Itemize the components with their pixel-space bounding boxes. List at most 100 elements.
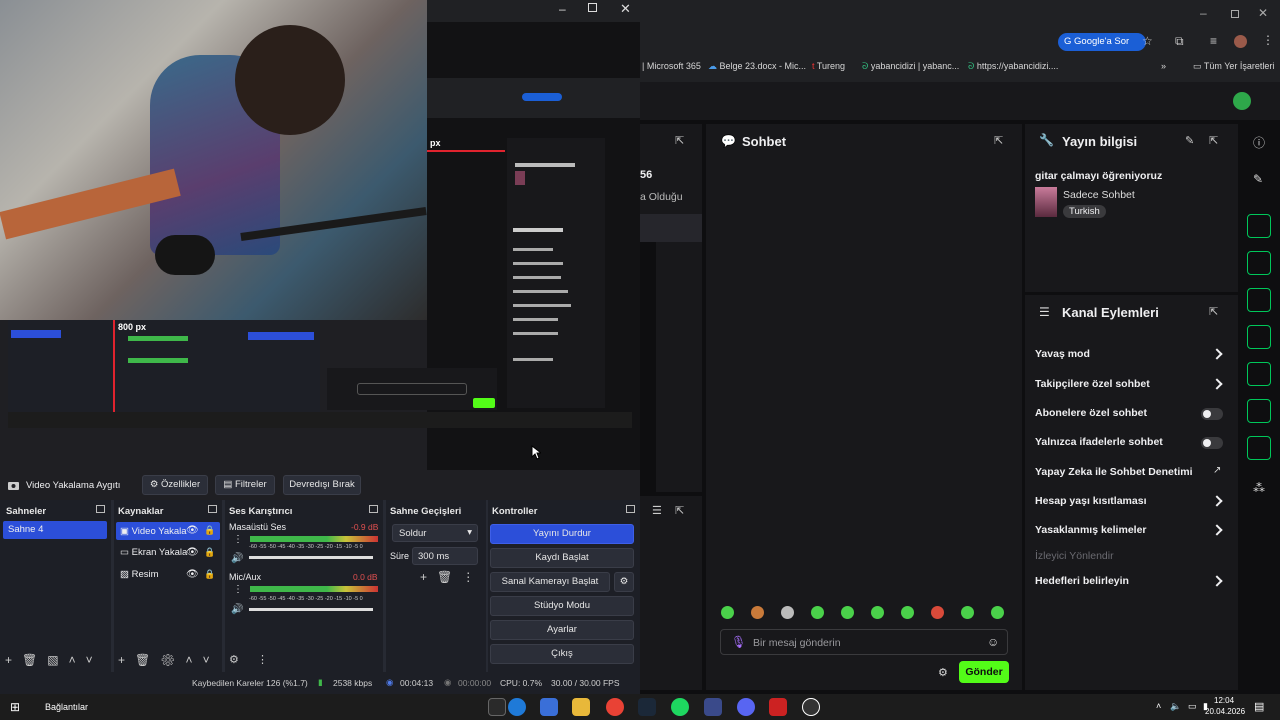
properties-button[interactable]: ⚙ Özellikler <box>142 475 208 495</box>
up-icon[interactable]: ˄ <box>186 653 193 667</box>
bookmark-item[interactable]: ᘐ yabancidizi | yabanc... <box>862 61 959 72</box>
eye-icon[interactable]: 👁 <box>186 569 199 580</box>
emote-icon[interactable] <box>781 606 794 619</box>
edit-icon[interactable]: ✎ <box>1185 134 1194 147</box>
filters-button[interactable]: ▤ Filtreler <box>215 475 275 495</box>
minimize-icon[interactable]: – <box>559 2 566 16</box>
emote-icon[interactable] <box>811 606 824 619</box>
action-follower-only[interactable]: Takipçilere özel sohbet <box>1035 378 1150 390</box>
quick-action-button[interactable] <box>1247 325 1271 349</box>
voicemeeter-icon[interactable] <box>769 698 787 716</box>
undock-icon[interactable] <box>626 505 635 513</box>
transition-select[interactable]: Soldur ▾ <box>392 524 478 542</box>
delete-icon[interactable]: 🗑 <box>135 653 150 667</box>
eye-icon[interactable]: 👁 <box>186 547 199 558</box>
speaker-icon[interactable]: 🔈 <box>1170 701 1181 712</box>
popout-icon[interactable]: ⇱ <box>1209 134 1218 147</box>
volume-slider[interactable] <box>249 608 373 611</box>
send-button[interactable]: Gönder <box>959 661 1009 683</box>
media-icon[interactable]: ≡ <box>1210 34 1217 48</box>
add-icon[interactable]: + <box>420 570 427 584</box>
quick-action-button[interactable] <box>1247 288 1271 312</box>
info-icon[interactable]: ⓘ <box>1253 134 1265 151</box>
tag-chip[interactable]: Turkish <box>1063 205 1106 218</box>
pencil-icon[interactable]: ✎ <box>1253 172 1263 186</box>
stop-stream-button[interactable]: Yayını Durdur <box>490 524 634 544</box>
filter-icon[interactable]: ▧ <box>47 653 58 667</box>
quick-action-button[interactable] <box>1247 436 1271 460</box>
clock-date[interactable]: 20.04.2026 <box>1205 707 1245 716</box>
quick-action-button[interactable] <box>1247 214 1271 238</box>
action-account-age[interactable]: Hesap yaşı kısıtlaması <box>1035 495 1147 507</box>
close-icon[interactable]: ✕ <box>1258 6 1268 20</box>
chat-input[interactable]: 🎙 Bir mesaj gönderin ☺ <box>720 629 1008 655</box>
chrome-icon[interactable] <box>606 698 624 716</box>
action-emote-only[interactable]: Yalnızca ifadelerle sohbet <box>1035 436 1163 448</box>
discord-icon[interactable] <box>737 698 755 716</box>
star-icon[interactable]: ☆ <box>1142 34 1153 48</box>
down-icon[interactable]: ˅ <box>86 653 93 667</box>
more-icon[interactable]: ⋮ <box>233 534 243 545</box>
popout-icon[interactable]: ⇱ <box>675 504 684 517</box>
delete-icon[interactable]: 🗑 <box>22 653 37 667</box>
action-banned-words[interactable]: Yasaklanmış kelimeler <box>1035 524 1147 536</box>
microphone-icon[interactable]: 🎙 <box>731 635 746 649</box>
start-recording-button[interactable]: Kaydı Başlat <box>490 548 634 568</box>
studio-mode-button[interactable]: Stüdyo Modu <box>490 596 634 616</box>
search-icon[interactable] <box>488 698 506 716</box>
quick-action-button[interactable] <box>1247 251 1271 275</box>
emote-icon[interactable] <box>901 606 914 619</box>
toggle-switch[interactable] <box>1201 437 1223 449</box>
emote-icon[interactable] <box>871 606 884 619</box>
speaker-icon[interactable]: 🔊 <box>231 553 243 564</box>
menu-icon[interactable]: ⋮ <box>1262 33 1274 47</box>
start-virtual-camera-button[interactable]: Sanal Kamerayı Başlat <box>490 572 610 592</box>
add-icon[interactable]: + <box>5 653 12 667</box>
gear-icon[interactable]: ⚙ <box>229 654 239 665</box>
webcam-capture[interactable] <box>0 0 427 320</box>
edge-icon[interactable] <box>508 698 526 716</box>
bookmark-item[interactable]: | Microsoft 365 <box>642 61 701 71</box>
user-avatar[interactable] <box>1233 92 1251 110</box>
popout-icon[interactable]: ⇱ <box>675 134 684 147</box>
scene-item[interactable]: Sahne 4 <box>3 521 107 539</box>
more-actions-icon[interactable]: ⁂ <box>1253 481 1265 495</box>
emote-icon[interactable] <box>991 606 1004 619</box>
chevron-right-icon[interactable]: » <box>1161 61 1166 71</box>
action-sub-only[interactable]: Abonelere özel sohbet <box>1035 407 1147 419</box>
store-icon[interactable] <box>540 698 558 716</box>
exit-button[interactable]: Çıkış <box>490 644 634 664</box>
source-item[interactable]: ▣ Video Yakala <box>120 526 187 537</box>
duration-input[interactable]: 300 ms <box>412 547 478 565</box>
emote-icon[interactable] <box>961 606 974 619</box>
emote-icon[interactable] <box>721 606 734 619</box>
lock-icon[interactable]: 🔒 <box>204 569 215 580</box>
bookmark-item[interactable]: ᘐ https://yabancidizi.... <box>968 61 1058 72</box>
bookmark-item[interactable]: t Tureng <box>812 61 845 71</box>
action-set-goals[interactable]: Hedefleri belirleyin <box>1035 575 1129 587</box>
all-bookmarks[interactable]: ▭ Tüm Yer İşaretleri <box>1193 61 1274 72</box>
emote-icon[interactable] <box>751 606 764 619</box>
add-icon[interactable]: + <box>118 653 125 667</box>
settings-button[interactable]: Ayarlar <box>490 620 634 640</box>
clock-time[interactable]: 12:04 <box>1214 696 1234 705</box>
emote-icon[interactable] <box>931 606 944 619</box>
minimize-icon[interactable]: – <box>1200 6 1207 20</box>
emoji-icon[interactable]: ☺ <box>987 635 999 649</box>
list-icon[interactable]: ☰ <box>652 504 662 517</box>
lock-icon[interactable]: 🔒 <box>204 547 215 558</box>
bookmark-item[interactable]: ☁ Belge 23.docx - Mic... <box>708 61 806 72</box>
obs-icon[interactable] <box>802 698 820 716</box>
game-launcher-icon[interactable] <box>704 698 722 716</box>
gear-icon[interactable]: ⚙ <box>938 666 948 679</box>
windows-start-icon[interactable]: ⊞ <box>10 700 20 714</box>
volume-slider[interactable] <box>249 556 373 559</box>
source-item[interactable]: ▭ Ekran Yakala <box>120 547 187 558</box>
avatar[interactable] <box>1234 35 1247 48</box>
speaker-icon[interactable]: 🔊 <box>231 604 243 615</box>
action-slow-mode[interactable]: Yavaş mod <box>1035 348 1090 360</box>
emote-icon[interactable] <box>841 606 854 619</box>
popout-icon[interactable]: ⇱ <box>994 134 1003 147</box>
more-icon[interactable]: ⋮ <box>462 570 474 584</box>
deactivate-button[interactable]: Devredışı Bırak <box>283 475 361 495</box>
